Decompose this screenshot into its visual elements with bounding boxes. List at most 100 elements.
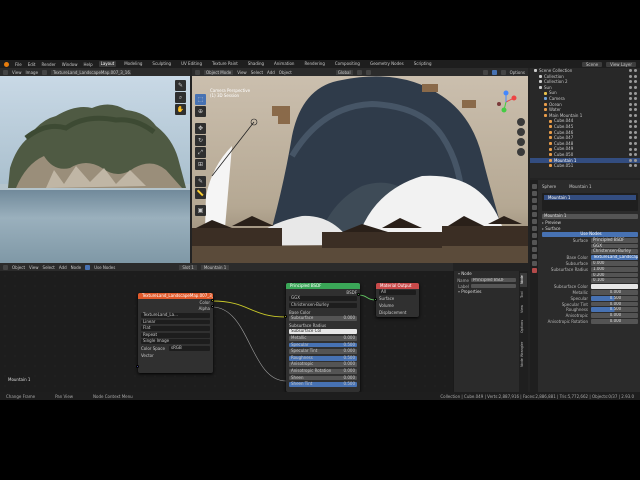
eye-icon[interactable] [629,86,632,90]
material-tab-icon[interactable] [531,268,537,273]
navigation-gizmo[interactable] [494,90,518,114]
select-tool-icon[interactable]: ⬚ [195,94,206,105]
menu-render[interactable]: Render [41,62,55,67]
eye-icon[interactable] [629,91,632,95]
sidebar-tab-tool[interactable]: Tool [520,289,527,301]
zoom-view-icon[interactable] [517,118,525,126]
sidebar-tab-node-wrangler[interactable]: Node Wrangler [520,337,527,371]
editor-type-icon[interactable] [3,69,8,75]
camera-view-icon[interactable] [517,138,525,146]
property-field[interactable]: 0.000 [591,261,638,266]
view-layer-selector[interactable]: View Layer [606,61,636,67]
tab-rendering[interactable]: Rendering [302,61,326,67]
annotate-tool-icon[interactable]: ✎ [195,176,206,187]
bsdf-input-field[interactable]: Christensen-Burley [289,302,357,308]
source-field[interactable]: Single Image [141,339,210,345]
bsdf-input-field[interactable]: Anisotropic 0.000 [289,362,357,368]
surface-field[interactable]: Principled BSDF [591,237,638,243]
eye-icon[interactable] [629,114,632,118]
node-label-field[interactable] [471,283,516,289]
outliner-row[interactable]: Cube.051 [530,163,640,169]
image-menu-image[interactable]: Image [26,70,39,75]
tool-tab-icon[interactable] [531,184,537,189]
camera-icon[interactable] [634,114,637,118]
slot-selector[interactable]: Slot 1 [179,264,197,270]
tab-modeling[interactable]: Modeling [122,61,144,67]
mode-selector[interactable]: Object Mode [204,69,234,75]
eye-icon[interactable] [629,130,632,134]
property-field[interactable]: 0.000 [591,319,638,324]
material-output-node[interactable]: Material Output All Surface Volume Displ… [376,283,419,317]
camera-icon[interactable] [634,125,637,129]
camera-icon[interactable] [634,97,637,101]
world-tab-icon[interactable] [531,219,537,224]
image-node-title[interactable]: TextureLand_LandscapeMap.007_3_16.png [138,293,213,299]
property-field[interactable]: 1.000 [591,266,638,272]
image-editor-canvas[interactable]: ✎ ⌕ ✋ [0,76,190,263]
constraints-tab-icon[interactable] [531,254,537,259]
camera-icon[interactable] [634,86,637,90]
output-tab-icon[interactable] [531,198,537,203]
data-tab-icon[interactable] [531,261,537,266]
bsdf-input-field[interactable]: Specular 0.500 [289,342,357,348]
eye-icon[interactable] [629,69,632,73]
image-texture-node[interactable]: TextureLand_LandscapeMap.007_3_16.png Co… [138,293,213,373]
node-menu-object[interactable]: Object [12,265,25,270]
particles-tab-icon[interactable] [531,240,537,245]
eye-icon[interactable] [629,125,632,129]
output-target-field[interactable]: All [379,289,416,295]
tab-sculpting[interactable]: Sculpting [150,61,173,67]
transform-tool-icon[interactable]: ⊞ [195,159,206,170]
tab-texture-paint[interactable]: Texture Paint [210,61,240,67]
camera-icon[interactable] [634,74,637,78]
camera-icon[interactable] [634,119,637,123]
object-tab-icon[interactable] [531,226,537,231]
zoom-icon[interactable]: ⌕ [175,92,186,103]
camera-icon[interactable] [634,153,637,157]
interpolation-field[interactable]: Linear [141,319,210,325]
property-field[interactable]: 0.000 [591,313,638,319]
camera-icon[interactable] [634,136,637,140]
image-menu-view[interactable]: View [12,70,22,75]
node-menu-select[interactable]: Select [43,265,55,270]
sidebar-properties-section[interactable]: Properties [454,289,519,295]
menu-help[interactable]: Help [83,62,92,67]
menu-edit[interactable]: Edit [28,62,36,67]
color-space-field[interactable]: sRGB [169,345,210,351]
bsdf-input-field[interactable]: Metallic 0.000 [289,335,357,341]
projection-field[interactable]: Flat [141,325,210,332]
node-name-field[interactable]: Principled BSDF [471,277,516,283]
scene-tab-icon[interactable] [531,212,537,217]
pan-view-icon[interactable] [517,128,525,136]
extension-field[interactable]: Repeat [141,332,210,338]
viewport-menu-object[interactable]: Object [279,70,292,75]
eye-icon[interactable] [629,97,632,101]
eye-icon[interactable] [629,136,632,140]
camera-icon[interactable] [634,164,637,168]
node-menu-node[interactable]: Node [71,265,81,270]
eye-icon[interactable] [629,153,632,157]
property-field[interactable]: 0.000 [591,301,638,307]
image-browse-icon[interactable] [42,69,48,75]
eye-icon[interactable] [629,158,632,162]
rotate-tool-icon[interactable]: ↻ [195,135,206,146]
eye-icon[interactable] [629,108,632,112]
material-slot-item[interactable]: Mountain 1 [544,194,636,200]
tab-shading[interactable]: Shading [246,61,266,67]
shading-rendered-icon[interactable] [500,69,506,75]
bsdf-input-field[interactable]: Sheen 0.000 [289,375,357,381]
property-field[interactable] [591,284,638,290]
node-menu-view[interactable]: View [29,265,39,270]
menu-file[interactable]: File [15,62,22,67]
bsdf-input-field[interactable]: Roughness 0.500 [289,355,357,361]
blender-logo-icon[interactable] [4,61,9,67]
eye-icon[interactable] [629,142,632,146]
tab-animation[interactable]: Animation [272,61,296,67]
ortho-toggle-icon[interactable] [517,148,525,156]
property-field[interactable]: 0.500 [591,295,638,301]
tab-geometry-nodes[interactable]: Geometry Nodes [368,61,406,67]
editor-type-icon[interactable] [195,69,200,75]
camera-icon[interactable] [634,147,637,151]
eye-icon[interactable] [629,74,632,78]
bsdf-input-field[interactable]: Anisotropic Rotation 0.000 [289,368,357,374]
